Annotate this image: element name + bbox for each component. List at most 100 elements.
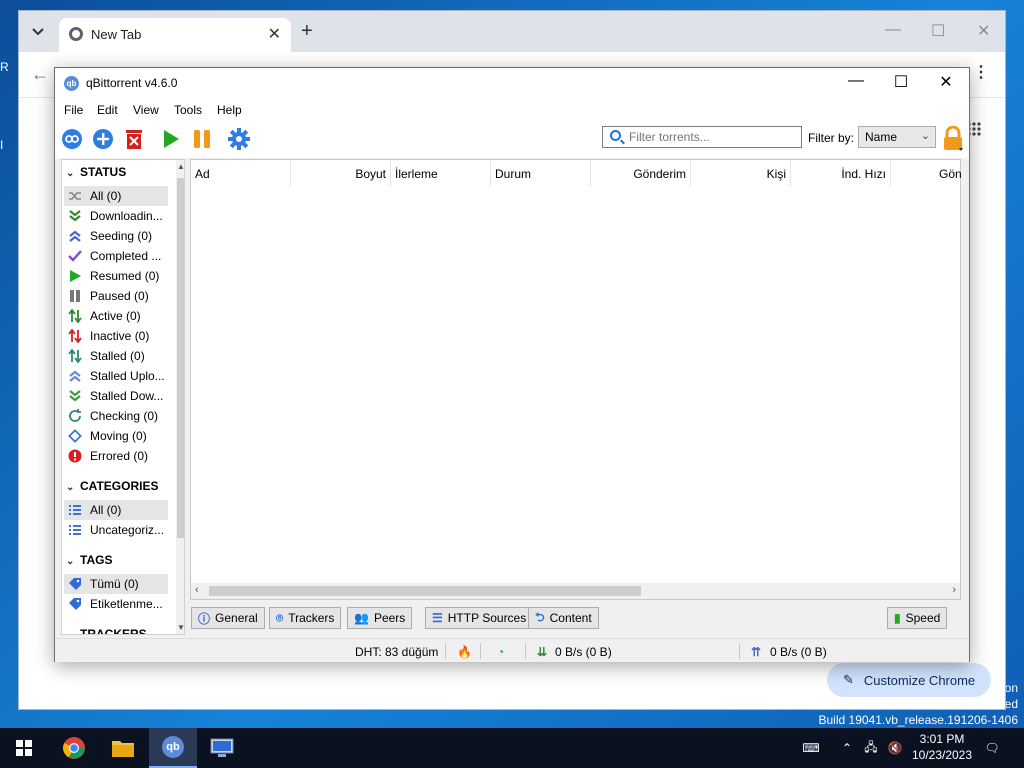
new-tab-plus-icon[interactable]: +: [301, 20, 313, 43]
table-horizontal-scrollbar[interactable]: ‹ ›: [191, 583, 960, 599]
delete-icon[interactable]: [122, 127, 146, 151]
remote-desktop-icon[interactable]: [198, 728, 246, 768]
column-header-up-speed[interactable]: Gön: [891, 160, 962, 186]
sidebar-item[interactable]: Resumed (0): [64, 266, 168, 286]
taskbar-clock[interactable]: 3:01 PM 10/23/2023: [902, 731, 982, 763]
close-window-icon[interactable]: ✕: [931, 72, 961, 92]
build-watermark: Build 19041.vb_release.191206-1406: [818, 713, 1019, 727]
watermark-line: ed: [1004, 697, 1018, 711]
sidebar-item[interactable]: Downloadin...: [64, 206, 168, 226]
add-link-icon[interactable]: [60, 127, 84, 151]
error-icon: [68, 449, 82, 463]
close-tab-icon[interactable]: ✕: [268, 24, 281, 44]
tray-expand-chevron-icon[interactable]: ⌃: [838, 728, 856, 768]
torrent-table[interactable]: Ad Boyut İlerleme Durum Gönderim Kişi İn…: [190, 159, 962, 600]
tab-content[interactable]: ⮌ Content: [528, 607, 599, 629]
tags-section-header[interactable]: ⌄ TAGS: [66, 553, 112, 567]
scroll-thumb[interactable]: [177, 178, 184, 538]
scroll-thumb[interactable]: [209, 586, 641, 596]
menu-view[interactable]: View: [133, 103, 159, 117]
sidebar-scrollbar[interactable]: ▲ ▼: [176, 160, 184, 634]
tab-peers[interactable]: 👥 Peers: [347, 607, 413, 629]
collapse-chevron-icon: ⌄: [66, 630, 80, 634]
trackers-section-header[interactable]: ⌄TRACKERS: [66, 627, 147, 634]
scroll-down-icon[interactable]: ▼: [177, 623, 184, 632]
categories-section-header[interactable]: ⌄ CATEGORIES: [66, 479, 158, 493]
filter-torrents-input[interactable]: [602, 126, 802, 148]
network-icon[interactable]: 🖧: [860, 728, 882, 768]
sidebar-item[interactable]: All (0): [64, 500, 168, 520]
upload-speed-icon: ⇈: [751, 645, 762, 659]
play-icon: [68, 269, 82, 283]
download-speed-icon: ⇊: [537, 645, 548, 659]
sidebar-item[interactable]: Stalled (0): [64, 346, 168, 366]
sidebar-item[interactable]: Etiketlenme...: [64, 594, 168, 614]
back-arrow-icon[interactable]: ←: [31, 64, 49, 85]
column-header-status[interactable]: Durum: [491, 160, 591, 186]
column-header-seeds[interactable]: Gönderim: [591, 160, 691, 186]
chrome-tab-new-tab[interactable]: New Tab ✕: [59, 18, 291, 52]
menu-file[interactable]: File: [64, 103, 83, 117]
chrome-taskbar-icon[interactable]: [50, 728, 98, 768]
scroll-up-icon[interactable]: ▲: [177, 162, 184, 171]
people-icon: 👥: [354, 611, 369, 625]
qbittorrent-taskbar-icon[interactable]: qb: [149, 728, 197, 768]
settings-gear-icon[interactable]: [227, 127, 251, 151]
chrome-menu-icon[interactable]: ⋮: [973, 62, 989, 82]
maximize-icon[interactable]: ☐: [886, 72, 916, 92]
windows-start-icon[interactable]: [0, 728, 48, 768]
minimize-icon[interactable]: —: [841, 72, 871, 90]
status-section-header[interactable]: ⌄ STATUS: [66, 165, 126, 179]
customize-chrome-button[interactable]: ✎ Customize Chrome: [827, 663, 991, 697]
minimize-icon[interactable]: —: [885, 21, 901, 39]
sidebar-item[interactable]: Uncategoriz...: [64, 520, 168, 540]
sidebar-item[interactable]: Active (0): [64, 306, 168, 326]
resume-play-icon[interactable]: [159, 127, 183, 151]
scroll-left-icon[interactable]: ‹: [195, 584, 199, 596]
column-header-name[interactable]: Ad: [191, 160, 291, 186]
sidebar-item[interactable]: All (0): [64, 186, 168, 206]
sidebar-item[interactable]: Tümü (0): [64, 574, 168, 594]
alt-speed-gauge-icon[interactable]: ◔: [497, 645, 504, 659]
maximize-icon[interactable]: ☐: [931, 21, 945, 41]
add-torrent-icon[interactable]: [91, 127, 115, 151]
tab-search-chevron-icon[interactable]: [25, 19, 51, 45]
lock-icon[interactable]: [942, 125, 964, 152]
menu-edit[interactable]: Edit: [97, 103, 118, 117]
close-window-icon[interactable]: ✕: [977, 21, 990, 41]
watermark-line: on: [1004, 681, 1018, 695]
tab-speed[interactable]: ▮ Speed: [887, 607, 948, 629]
filter-by-label: Filter by:: [808, 131, 855, 145]
file-explorer-icon[interactable]: [99, 728, 147, 768]
tab-trackers[interactable]: ⌾ Trackers: [269, 607, 342, 629]
status-bar: DHT: 83 düğüm 🔥 ◔ ⇊ 0 B/s (0 B) ⇈ 0 B/s …: [55, 638, 969, 662]
filter-torrents-field[interactable]: [629, 129, 797, 145]
sidebar-item[interactable]: Checking (0): [64, 406, 168, 426]
column-header-size[interactable]: Boyut: [291, 160, 391, 186]
menu-help[interactable]: Help: [217, 103, 242, 117]
filter-by-select[interactable]: Name ⌄: [858, 126, 936, 148]
pause-icon[interactable]: [190, 127, 214, 151]
tab-http-sources[interactable]: ☰ HTTP Sources: [425, 607, 534, 629]
sidebar-item[interactable]: Paused (0): [64, 286, 168, 306]
scroll-right-icon[interactable]: ›: [952, 584, 956, 596]
sidebar-item[interactable]: Stalled Uplo...: [64, 366, 168, 386]
sidebar-item[interactable]: Seeding (0): [64, 226, 168, 246]
database-icon: ☰: [432, 611, 443, 625]
sidebar-item[interactable]: Errored (0): [64, 446, 168, 466]
sidebar-item[interactable]: Inactive (0): [64, 326, 168, 346]
column-header-peers[interactable]: Kişi: [691, 160, 791, 186]
sidebar-item[interactable]: Completed ...: [64, 246, 168, 266]
menu-tools[interactable]: Tools: [174, 103, 202, 117]
tab-general[interactable]: ⓘ General: [191, 607, 265, 629]
sidebar-item[interactable]: Stalled Dow...: [64, 386, 168, 406]
sidebar-item[interactable]: Moving (0): [64, 426, 168, 446]
keyboard-layout-icon[interactable]: ⌨: [795, 728, 827, 768]
firewall-flame-icon[interactable]: 🔥: [457, 645, 472, 659]
column-header-progress[interactable]: İlerleme: [391, 160, 491, 186]
sidebar-item-label: Tümü (0): [90, 577, 139, 591]
chrome-favicon-icon: [69, 27, 83, 41]
pin-icon: ⌾: [276, 610, 284, 625]
column-header-down-speed[interactable]: İnd. Hızı: [791, 160, 891, 186]
notifications-icon[interactable]: 🗨: [980, 728, 1004, 768]
